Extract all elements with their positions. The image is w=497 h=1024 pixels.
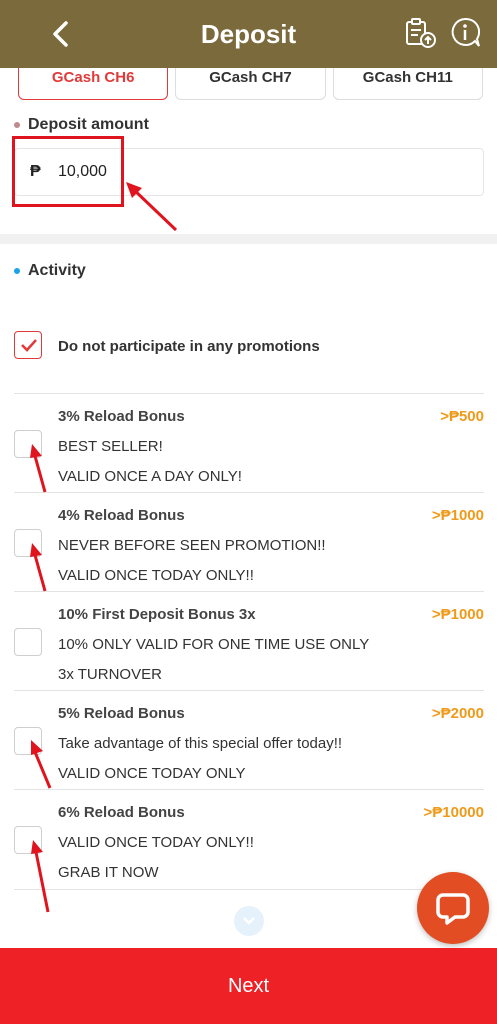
promotion-condition: VALID ONCE A DAY ONLY!: [58, 468, 242, 485]
promotion-title: 4% Reload Bonus: [58, 507, 185, 524]
promotion-min-amount: >₱1000: [431, 606, 484, 623]
label-dot: [14, 122, 20, 128]
no-promotion-checkbox[interactable]: [14, 331, 42, 359]
top-bar: Deposit: [0, 0, 497, 68]
chevron-down-icon: [243, 917, 255, 925]
promotion-description: 10% ONLY VALID FOR ONE TIME USE ONLY: [58, 636, 370, 653]
promotion-item[interactable]: 4% Reload Bonus >₱1000 NEVER BEFORE SEEN…: [14, 492, 484, 591]
no-promotion-label: Do not participate in any promotions: [58, 338, 320, 355]
promotion-title: 3% Reload Bonus: [58, 408, 185, 425]
promotion-item[interactable]: 10% First Deposit Bonus 3x >₱1000 10% ON…: [14, 591, 484, 690]
promotion-description: VALID ONCE TODAY ONLY!!: [58, 834, 254, 851]
promotion-item[interactable]: 3% Reload Bonus >₱500 BEST SELLER! VALID…: [14, 393, 484, 492]
activity-label-text: Activity: [28, 262, 86, 279]
promotion-title: 5% Reload Bonus: [58, 705, 185, 722]
list-divider: [14, 889, 484, 890]
deposit-amount-label-text: Deposit amount: [28, 116, 149, 133]
help-info-button[interactable]: [448, 16, 482, 50]
promotion-condition: VALID ONCE TODAY ONLY: [58, 765, 246, 782]
deposit-history-button[interactable]: [404, 16, 438, 50]
promotion-checkbox[interactable]: [14, 430, 42, 458]
promotion-checkbox[interactable]: [14, 529, 42, 557]
promotion-checkbox[interactable]: [14, 727, 42, 755]
promotion-condition: GRAB IT NOW: [58, 864, 159, 881]
promotion-condition: 3x TURNOVER: [58, 666, 162, 683]
promotion-min-amount: >₱500: [440, 408, 484, 425]
checkmark-icon: [21, 339, 37, 352]
promotion-title: 6% Reload Bonus: [58, 804, 185, 821]
promotion-description: NEVER BEFORE SEEN PROMOTION!!: [58, 537, 326, 554]
label-dot: [14, 268, 20, 274]
promotion-checkbox[interactable]: [14, 826, 42, 854]
page-title: Deposit: [200, 18, 297, 49]
promotion-condition: VALID ONCE TODAY ONLY!!: [58, 567, 254, 584]
promotion-checkbox[interactable]: [14, 628, 42, 656]
deposit-amount-label: Deposit amount: [14, 116, 149, 134]
live-chat-button[interactable]: [417, 872, 489, 944]
next-button[interactable]: Next: [0, 948, 497, 1024]
promotion-min-amount: >₱10000: [423, 804, 484, 821]
activity-label: Activity: [14, 262, 86, 280]
clipboard-upload-icon: [406, 18, 436, 48]
scroll-down-button[interactable]: [234, 906, 264, 936]
chevron-left-icon: [53, 21, 68, 47]
back-button[interactable]: [44, 16, 78, 52]
promotion-description: Take advantage of this special offer tod…: [58, 735, 343, 752]
chat-bubble-icon: [436, 893, 470, 925]
info-icon: [451, 17, 481, 47]
section-divider: [0, 234, 497, 244]
promotion-title: 10% First Deposit Bonus 3x: [58, 606, 256, 623]
promotion-min-amount: >₱2000: [431, 705, 484, 722]
annotation-highlight-box: [12, 136, 124, 207]
promotion-item[interactable]: 6% Reload Bonus >₱10000 VALID ONCE TODAY…: [14, 789, 484, 888]
promotion-description: BEST SELLER!: [58, 438, 163, 455]
promotion-item[interactable]: 5% Reload Bonus >₱2000 Take advantage of…: [14, 690, 484, 789]
promotion-min-amount: >₱1000: [431, 507, 484, 524]
